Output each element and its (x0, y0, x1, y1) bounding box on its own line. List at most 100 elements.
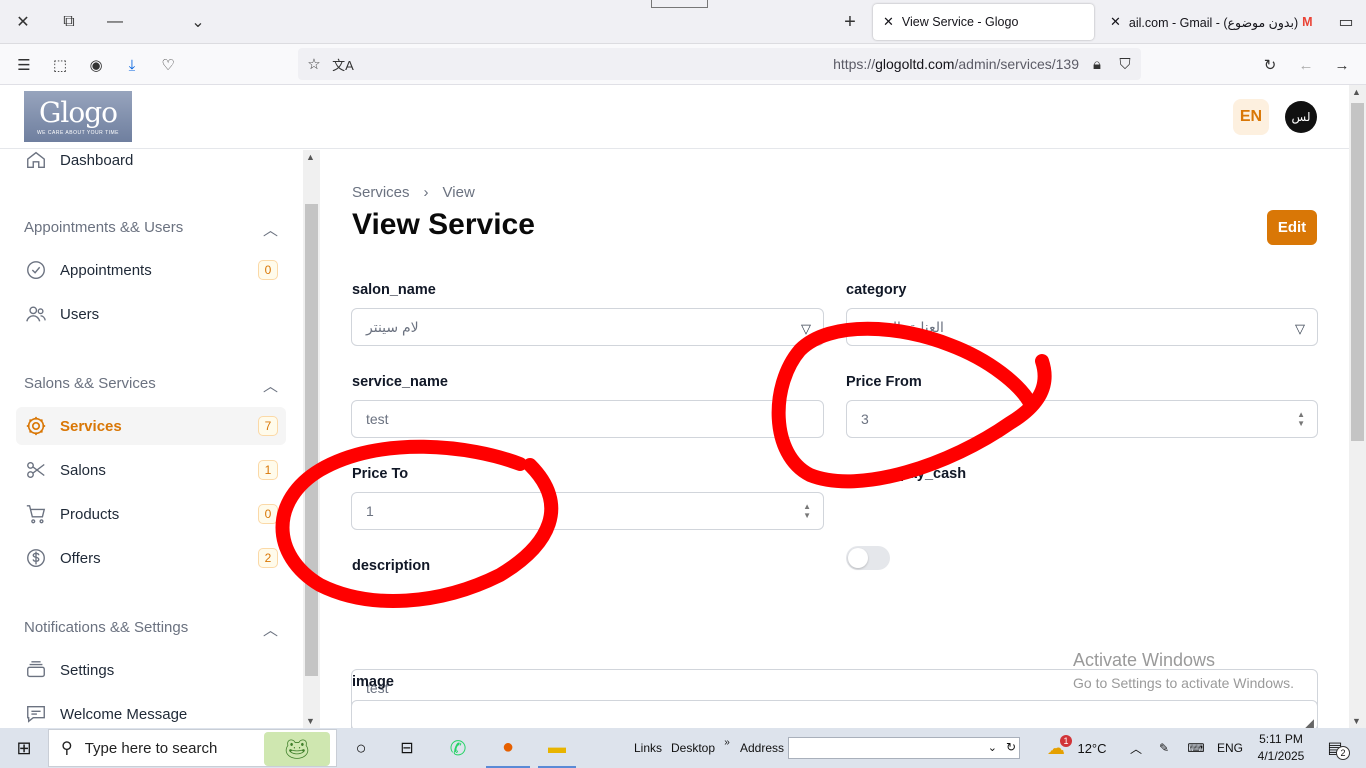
toggle-knob (848, 548, 868, 568)
toolbar-overflow-icon[interactable]: » (720, 722, 734, 762)
taskbar-desktop[interactable]: Desktop (670, 728, 716, 768)
extensions-icon[interactable]: ⬚ (48, 53, 72, 77)
lock-icon[interactable]: 🔒︎ (1085, 52, 1109, 76)
chat-icon (24, 702, 48, 726)
taskbar-links[interactable]: Links (632, 728, 664, 768)
sidebar-group-appointments-users[interactable]: Appointments && Users ︿ (24, 219, 278, 240)
pen-icon[interactable]: ✎ (1154, 728, 1174, 768)
sidebar-item-products[interactable]: Products 0 (16, 495, 286, 533)
whatsapp-icon[interactable]: ✆ (442, 728, 474, 768)
downloads-icon[interactable]: ⤓ (120, 53, 144, 77)
sidebar-item-dashboard[interactable]: Dashboard (16, 141, 286, 179)
category-label: category (846, 282, 907, 298)
taskbar-search[interactable]: ⚲ Type here to search 🐸︎ (48, 729, 337, 767)
sidebar-scroll-thumb[interactable] (305, 204, 318, 676)
bookmark-star-icon[interactable]: ☆ (302, 52, 326, 76)
sidebar-item-users[interactable]: Users (16, 295, 286, 333)
number-spinner-icon[interactable]: ▲ ▼ (1297, 410, 1305, 428)
tab-title: View Service - Glogo (901, 15, 1019, 29)
task-view-icon[interactable]: ⊟ (392, 728, 422, 768)
notifications-icon[interactable]: ▤ 2 (1318, 728, 1352, 768)
sidebar-item-services[interactable]: Services 7 (16, 407, 286, 445)
sidebar-item-offers[interactable]: Offers 2 (16, 539, 286, 577)
drag-handle[interactable] (651, 0, 708, 8)
chevron-up-icon[interactable]: ︿ (1126, 728, 1146, 768)
service-name-input[interactable]: test (351, 400, 824, 438)
menu-icon[interactable]: ☰ (12, 53, 36, 77)
scissors-icon (24, 458, 48, 482)
page-scrollbar[interactable]: ▲ ▼ (1349, 85, 1366, 728)
clock[interactable]: 5:11 PM 4/1/2025 (1256, 731, 1306, 765)
minimize-window-icon[interactable]: — (101, 8, 129, 36)
avatar[interactable]: لس (1285, 101, 1317, 133)
number-spinner-icon[interactable]: ▲ ▼ (803, 502, 811, 520)
sidebar-item-appointments[interactable]: Appointments 0 (16, 251, 286, 289)
salon-name-select[interactable]: لام سينتر ▽ (351, 308, 824, 346)
frog-search-highlight-icon: 🐸︎ (264, 732, 330, 766)
pay-cash-label: pay_cash (900, 466, 967, 482)
keyboard-icon[interactable]: ⌨ (1184, 728, 1208, 768)
breadcrumb-services[interactable]: Services (352, 184, 410, 201)
close-window-icon[interactable]: ✕ (9, 8, 37, 36)
search-icon: ⚲ (61, 740, 73, 757)
sidebar-item-label: Welcome Message (60, 705, 188, 723)
translate-icon[interactable]: 文A (331, 52, 355, 76)
url-text: https://glogoltd.com/admin/services/139 (833, 56, 1079, 72)
glogo-logo[interactable]: Glogo WE CARE ABOUT YOUR TIME (24, 91, 132, 142)
forward-icon[interactable]: → (1330, 53, 1354, 77)
pay-cash-toggle[interactable] (846, 546, 890, 570)
weather-icon[interactable]: ☁ 1 (1042, 728, 1072, 768)
sidebar: Dashboard Appointments && Users ︿ Appoin… (0, 150, 320, 728)
price-from-input[interactable]: 3 ▲ ▼ (846, 400, 1318, 438)
sidebar-item-label: Appointments (60, 261, 152, 279)
close-tab-icon[interactable]: ✕ (1110, 14, 1121, 30)
scroll-up-icon[interactable]: ▲ (1352, 87, 1361, 97)
file-explorer-icon[interactable]: ▬ (538, 728, 576, 768)
sidebar-group-notifications-settings[interactable]: Notifications && Settings ︿ (24, 619, 278, 640)
language-switch[interactable]: EN (1233, 99, 1269, 135)
activate-windows-watermark: Activate Windows Go to Settings to activ… (1073, 650, 1294, 691)
page-title: View Service (352, 208, 535, 241)
windows-start-icon[interactable]: ⊞ (8, 728, 40, 768)
firefox-icon[interactable]: ● (486, 728, 530, 768)
input-language[interactable]: ENG (1214, 728, 1246, 768)
tab-manager-icon[interactable]: ▭ (1332, 8, 1360, 36)
tab-view-service[interactable]: ✕ View Service - Glogo (873, 4, 1094, 40)
taskbar-address-input[interactable]: ⌄ ↻ (788, 737, 1020, 759)
go-refresh-icon[interactable]: ↻ (1006, 740, 1016, 754)
gmail-icon: M (1302, 15, 1313, 29)
url-bar[interactable]: ☆ 文A https://glogoltd.com/admin/services… (298, 48, 1141, 80)
sidebar-group-salons-services[interactable]: Salons && Services ︿ (24, 375, 278, 396)
scroll-down-icon[interactable]: ▼ (1352, 716, 1361, 726)
edit-button[interactable]: Edit (1267, 210, 1317, 245)
close-tab-icon[interactable]: ✕ (883, 14, 894, 30)
temperature[interactable]: 12°C (1072, 728, 1112, 768)
restore-window-icon[interactable]: ⧉ (55, 8, 83, 36)
price-to-input[interactable]: 1 ▲ ▼ (351, 492, 824, 530)
pocket-icon[interactable]: ♡ (156, 53, 180, 77)
dollar-circle-icon (24, 546, 48, 570)
cortana-icon[interactable]: ○ (346, 728, 376, 768)
category-select[interactable]: العناية بالبشرة ▽ (846, 308, 1318, 346)
page-scroll-thumb[interactable] (1351, 103, 1364, 441)
back-icon[interactable]: ← (1294, 53, 1318, 77)
new-tab-icon[interactable]: + (836, 8, 864, 36)
group-label: Notifications && Settings (24, 619, 189, 636)
scroll-down-icon[interactable]: ▼ (306, 716, 315, 726)
account-icon[interactable]: ◉ (84, 53, 108, 77)
sidebar-scrollbar[interactable]: ▲ ▼ (303, 150, 320, 728)
service-name-label: service_name (352, 374, 448, 390)
cart-icon (24, 502, 48, 526)
sidebar-item-label: Offers (60, 549, 101, 567)
tab-gmail[interactable]: ✕ ail.com - Gmail - (بدون موضوع) M (1100, 4, 1315, 40)
sidebar-item-salons[interactable]: Salons 1 (16, 451, 286, 489)
price-to-label: Price To (352, 466, 409, 482)
sidebar-item-welcome-message[interactable]: Welcome Message (16, 695, 286, 728)
image-box[interactable] (351, 700, 1318, 728)
sidebar-item-settings[interactable]: Settings (16, 651, 286, 689)
tab-list-chevron-icon[interactable]: ⌄ (184, 8, 212, 36)
scroll-up-icon[interactable]: ▲ (306, 152, 315, 162)
chevron-down-icon: ▽ (1295, 321, 1305, 336)
reload-icon[interactable]: ↻ (1258, 53, 1282, 77)
shield-icon[interactable]: ⛉ (1113, 52, 1137, 76)
